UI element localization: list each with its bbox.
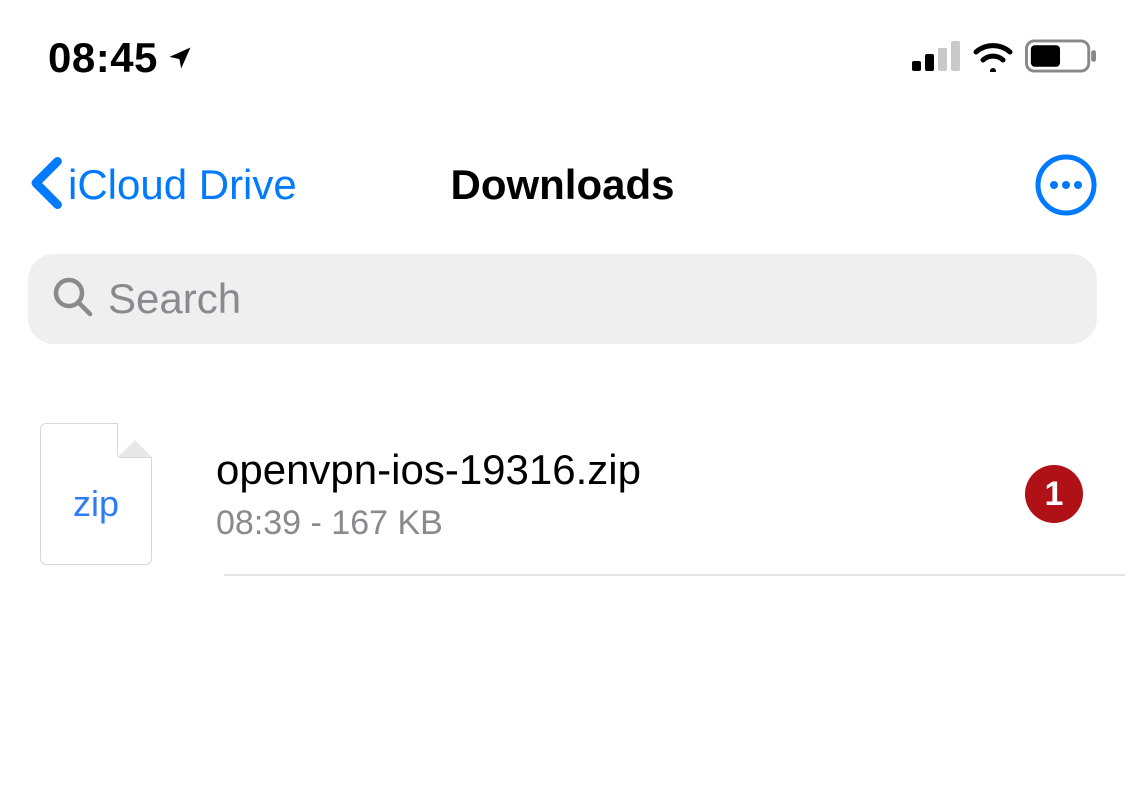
battery-icon — [1025, 39, 1097, 78]
search-input[interactable] — [108, 275, 1073, 323]
ellipsis-circle-icon — [1035, 154, 1097, 216]
location-arrow-icon — [166, 40, 194, 77]
page-title: Downloads — [450, 161, 674, 209]
chevron-left-icon — [28, 157, 64, 214]
row-divider — [224, 574, 1125, 576]
search-icon — [52, 276, 94, 323]
file-subtitle: 08:39 - 167 KB — [216, 504, 1005, 543]
status-time: 08:45 — [48, 34, 158, 82]
file-name: openvpn-ios-19316.zip — [216, 446, 1005, 494]
back-button[interactable]: iCloud Drive — [28, 157, 297, 214]
status-left: 08:45 — [48, 34, 194, 82]
annotation-badge: 1 — [1025, 465, 1083, 523]
zip-file-icon: zip — [40, 423, 152, 565]
file-list: zip openvpn-ios-19316.zip 08:39 - 167 KB… — [0, 414, 1125, 576]
status-bar: 08:45 — [0, 0, 1125, 100]
status-right — [911, 39, 1097, 78]
cellular-signal-icon — [911, 41, 961, 76]
back-label: iCloud Drive — [68, 161, 297, 209]
more-button[interactable] — [1035, 154, 1097, 216]
file-meta: openvpn-ios-19316.zip 08:39 - 167 KB — [216, 446, 1005, 543]
search-bar[interactable] — [28, 254, 1097, 344]
wifi-icon — [971, 40, 1015, 77]
file-thumbnail: zip — [36, 419, 156, 569]
file-extension-label: zip — [73, 483, 119, 525]
nav-bar: iCloud Drive Downloads — [0, 130, 1125, 240]
file-row[interactable]: zip openvpn-ios-19316.zip 08:39 - 167 KB… — [28, 414, 1125, 574]
